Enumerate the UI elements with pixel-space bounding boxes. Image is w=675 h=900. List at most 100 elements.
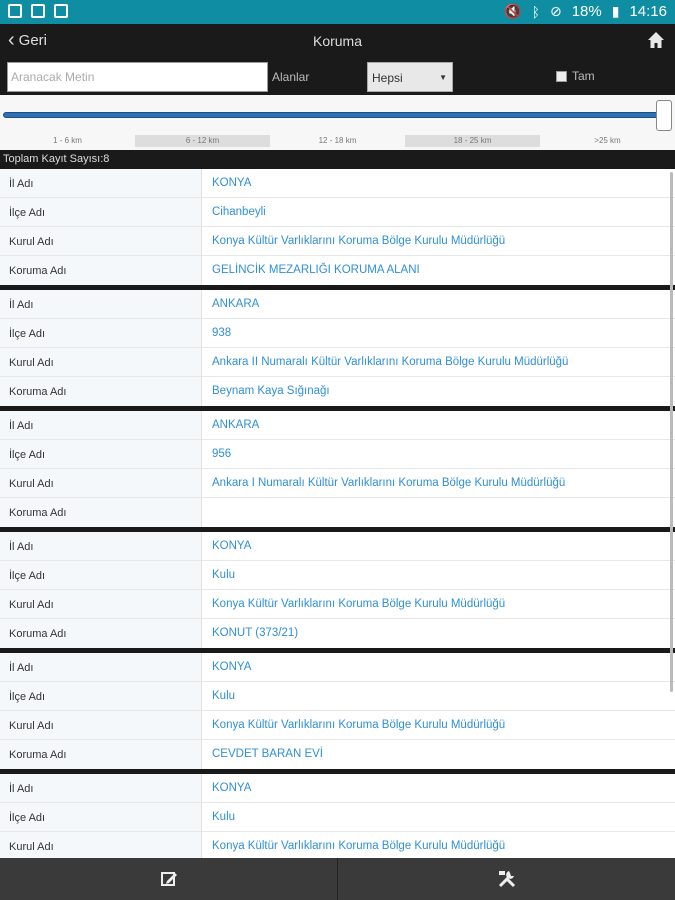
field-label: İlçe Adı [0,682,202,710]
field-label: Koruma Adı [0,619,202,648]
field-label: İl Adı [0,653,202,681]
field-value[interactable]: Beynam Kaya Sığınağı [202,377,675,406]
record-row-kurul: Kurul Adı Konya Kültür Varlıklarını Korum… [0,590,675,619]
slider-track[interactable] [3,112,663,118]
record-row-il: İl Adı ANKARA [0,290,675,319]
field-value[interactable]: KONYA [202,774,675,802]
field-value[interactable]: Kulu [202,561,675,589]
field-label: Koruma Adı [0,740,202,769]
record-row-koruma: Koruma Adı KONUT (373/21) [0,619,675,648]
field-value[interactable]: CEVDET BARAN EVİ [202,740,675,769]
image-icon [31,4,45,18]
notification-icon [8,4,22,18]
field-value[interactable]: KONUT (373/21) [202,619,675,648]
record-row-kurul: Kurul Adı Ankara II Numaralı Kültür Varlı… [0,348,675,377]
record-row-koruma: Koruma Adı Beynam Kaya Sığınağı [0,377,675,406]
field-value[interactable]: Ankara II Numaralı Kültür Varlıklarını K… [202,348,675,376]
edit-icon [160,872,177,886]
record-row-koruma: Koruma Adı CEVDET BARAN EVİ [0,740,675,769]
field-value[interactable]: Kulu [202,682,675,710]
record-card[interactable]: İl Adı KONYA İlçe Adı Kulu Kurul Adı Konya Kü… [0,774,675,858]
field-value[interactable]: Ankara I Numaralı Kültür Varlıklarını Ko… [202,469,675,497]
record-row-ilce: İlçe Adı Kulu [0,561,675,590]
record-row-il: İl Adı KONYA [0,653,675,682]
caret-down-icon: ▼ [439,73,447,82]
field-label: İlçe Adı [0,198,202,226]
record-row-koruma: Koruma Adı [0,498,675,527]
field-value[interactable]: Konya Kültür Varlıklarını Koruma Bölge K… [202,227,675,255]
record-row-ilce: İlçe Adı 938 [0,319,675,348]
distance-slider: 1 - 6 km 6 - 12 km 12 - 18 km 18 - 25 km… [0,95,675,150]
fields-select[interactable]: Hepsi ▼ [367,62,453,92]
system-icons: 🔇 ᛒ ⊘ 18% ▮ 14:16 [504,3,667,20]
record-row-il: İl Adı KONYA [0,169,675,198]
record-list[interactable]: İl Adı KONYA İlçe Adı Cihanbeyli Kurul Adı Ko… [0,167,675,858]
record-row-ilce: İlçe Adı Cihanbeyli [0,198,675,227]
field-label: İlçe Adı [0,803,202,831]
field-label: İl Adı [0,169,202,197]
record-row-il: İl Adı ANKARA [0,411,675,440]
bluetooth-icon: ᛒ [531,3,540,20]
exact-match-checkbox[interactable]: Tam [556,69,595,83]
field-value[interactable] [202,498,675,527]
field-label: İl Adı [0,290,202,318]
field-value[interactable]: Cihanbeyli [202,198,675,226]
checkbox-box[interactable] [556,70,567,82]
exact-match-label: Tam [572,69,595,83]
range-label: 1 - 6 km [53,136,82,145]
field-value[interactable]: Konya Kültür Varlıklarını Koruma Bölge K… [202,590,675,618]
record-card[interactable]: İl Adı ANKARA İlçe Adı 938 Kurul Adı Ankara I… [0,290,675,406]
field-value[interactable]: Kulu [202,803,675,831]
record-row-kurul: Kurul Adı Ankara I Numaralı Kültür Varlık… [0,469,675,498]
field-value[interactable]: 938 [202,319,675,347]
field-value[interactable]: ANKARA [202,411,675,439]
record-row-ilce: İlçe Adı 956 [0,440,675,469]
range-label: 12 - 18 km [318,136,357,145]
record-card[interactable]: İl Adı KONYA İlçe Adı Cihanbeyli Kurul Adı Ko… [0,169,675,285]
edit-button[interactable] [0,858,338,900]
scrollbar[interactable] [670,172,673,692]
home-icon[interactable] [647,31,665,49]
range-label: 6 - 12 km [135,135,270,147]
field-value[interactable]: GELİNCİK MEZARLIĞI KORUMA ALANI [202,256,675,285]
field-value[interactable]: 956 [202,440,675,468]
bottom-toolbar [0,858,675,900]
field-label: Koruma Adı [0,498,202,527]
field-label: İl Adı [0,411,202,439]
record-row-il: İl Adı KONYA [0,774,675,803]
record-row-ilce: İlçe Adı Kulu [0,803,675,832]
field-value[interactable]: KONYA [202,532,675,560]
record-row-ilce: İlçe Adı Kulu [0,682,675,711]
battery-icon: ▮ [611,3,620,19]
field-label: İlçe Adı [0,319,202,347]
field-label: Koruma Adı [0,377,202,406]
briefcase-icon [54,4,68,18]
field-value[interactable]: KONYA [202,169,675,197]
record-row-kurul: Kurul Adı Konya Kültür Varlıklarını Korum… [0,832,675,858]
record-card[interactable]: İl Adı ANKARA İlçe Adı 956 Kurul Adı Ankara I… [0,411,675,527]
field-value[interactable]: Konya Kültür Varlıklarını Koruma Bölge K… [202,711,675,739]
record-card[interactable]: İl Adı KONYA İlçe Adı Kulu Kurul Adı Konya Kü… [0,532,675,648]
record-card[interactable]: İl Adı KONYA İlçe Adı Kulu Kurul Adı Konya Kü… [0,653,675,769]
field-value[interactable]: Konya Kültür Varlıklarını Koruma Bölge K… [202,832,675,858]
field-value[interactable]: ANKARA [202,290,675,318]
dnd-icon: ⊘ [549,3,562,19]
field-label: Koruma Adı [0,256,202,285]
tools-icon [498,871,515,888]
battery-percent: 18% [571,3,602,20]
distance-ranges: 1 - 6 km 6 - 12 km 12 - 18 km 18 - 25 km… [0,135,675,147]
fields-label: Alanlar [272,70,310,84]
record-count: Toplam Kayıt Sayısı:8 [0,150,675,167]
field-label: Kurul Adı [0,469,202,497]
field-label: İlçe Adı [0,440,202,468]
clock: 14:16 [629,3,667,20]
record-row-kurul: Kurul Adı Konya Kültür Varlıklarını Korum… [0,711,675,740]
tools-button[interactable] [338,858,675,900]
mute-icon: 🔇 [504,3,522,19]
field-label: İl Adı [0,774,202,802]
field-value[interactable]: KONYA [202,653,675,681]
search-bar: Alanlar Hepsi ▼ Tam [0,60,675,95]
slider-thumb[interactable] [656,100,672,131]
search-input[interactable] [7,62,268,92]
fields-select-value: Hepsi [372,71,403,85]
